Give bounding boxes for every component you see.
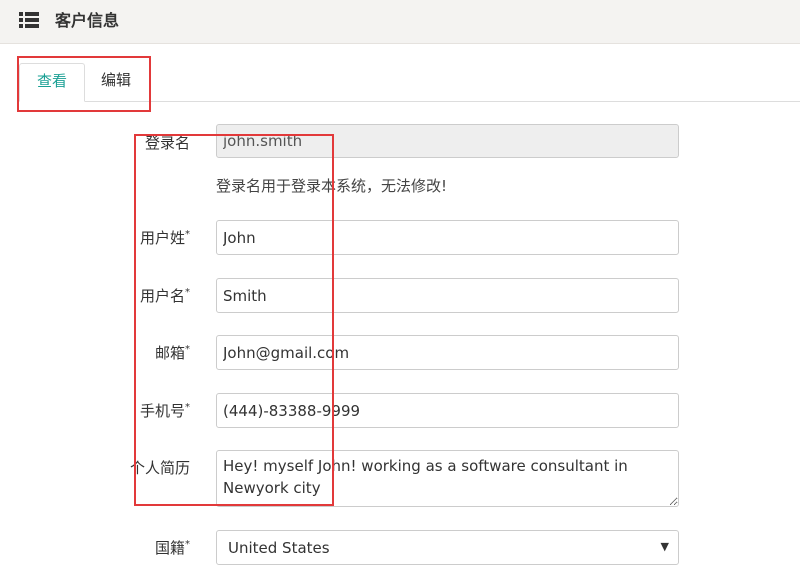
nationality-selected-value: United States: [228, 539, 330, 557]
first-name-label: 用户名*: [139, 287, 190, 305]
email-label: 邮箱*: [154, 344, 190, 362]
nationality-label: 国籍*: [154, 539, 190, 557]
first-name-field[interactable]: [216, 278, 679, 313]
email-field[interactable]: [216, 335, 679, 370]
login-name-label: 登录名: [144, 134, 190, 152]
list-icon: [19, 12, 39, 28]
tab-view[interactable]: 查看: [19, 63, 85, 102]
bio-label: 个人简历: [129, 459, 190, 477]
tab-edit[interactable]: 编辑: [85, 63, 147, 102]
page-header: 客户信息: [0, 0, 800, 44]
login-name-field[interactable]: [216, 124, 679, 158]
page-title: 客户信息: [55, 11, 120, 30]
last-name-field[interactable]: [216, 220, 679, 255]
phone-label: 手机号*: [139, 402, 190, 420]
login-name-help: 登录名用于登录本系统，无法修改!: [216, 177, 448, 195]
phone-field[interactable]: [216, 393, 679, 428]
last-name-label: 用户姓*: [139, 229, 190, 247]
bio-textarea[interactable]: Hey! myself John! working as a software …: [216, 450, 679, 507]
dropdown-arrow-icon: ▼: [660, 540, 669, 553]
nationality-select[interactable]: United States ▼: [216, 530, 679, 565]
